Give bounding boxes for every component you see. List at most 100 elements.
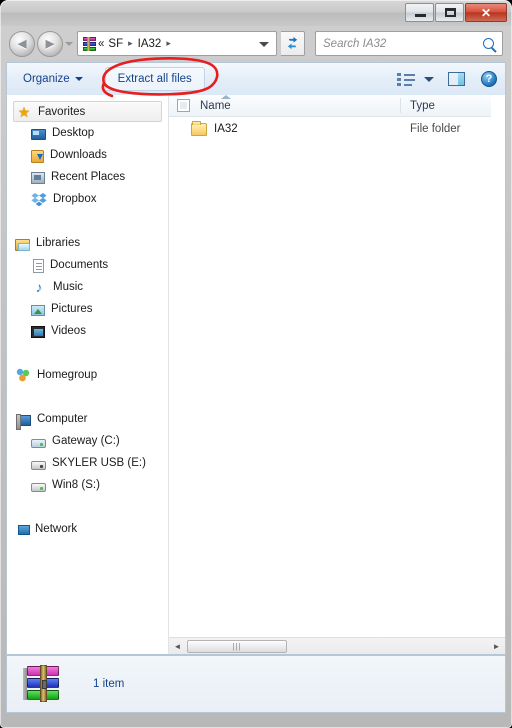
view-dropdown-icon[interactable] <box>424 76 434 82</box>
sidebar-item-favorites[interactable]: ★ Favorites <box>13 101 162 122</box>
nav-group-network: Network <box>7 518 168 540</box>
maximize-icon <box>445 8 456 17</box>
file-type: File folder <box>410 123 461 135</box>
scroll-right-button[interactable]: ► <box>488 638 505 655</box>
breadcrumb-separator-icon[interactable]: ▸ <box>125 38 136 49</box>
sidebar-item-label: Libraries <box>36 237 81 249</box>
breadcrumb-separator-icon-2[interactable]: ▸ <box>163 38 174 49</box>
sidebar-item-label: Documents <box>50 259 109 271</box>
sidebar-item-desktop[interactable]: Desktop <box>7 122 168 144</box>
sidebar-item-skyler-usb-e[interactable]: SKYLER USB (E:) <box>7 452 168 474</box>
scroll-left-button[interactable]: ◄ <box>169 638 186 655</box>
refresh-icon <box>287 36 298 50</box>
sidebar-item-homegroup[interactable]: Homegroup <box>7 364 168 386</box>
pictures-icon <box>31 305 45 316</box>
column-header-name[interactable]: Name <box>200 100 231 112</box>
nav-group-computer: Computer Gateway (C:) SKYLER USB (E:) Wi… <box>7 408 168 496</box>
sidebar-item-computer[interactable]: Computer <box>7 408 168 430</box>
desktop-icon <box>31 129 46 140</box>
navigation-pane[interactable]: ★ Favorites Desktop Downloads Recent Pla… <box>7 95 169 654</box>
sidebar-item-dropbox[interactable]: Dropbox <box>7 188 168 210</box>
sidebar-item-label: Win8 (S:) <box>52 479 100 491</box>
sidebar-item-label: Favorites <box>38 105 86 118</box>
sidebar-item-label: Gateway (C:) <box>52 435 120 447</box>
view-options-icon[interactable] <box>397 72 415 86</box>
recent-places-icon <box>31 172 45 184</box>
sidebar-item-label: Network <box>35 523 78 535</box>
usb-drive-icon <box>31 460 46 470</box>
forward-arrow-icon: ► <box>42 35 58 53</box>
search-icon <box>483 38 494 49</box>
sidebar-item-gateway-c[interactable]: Gateway (C:) <box>7 430 168 452</box>
scrollbar-thumb[interactable]: ||| <box>187 639 287 653</box>
address-bar-row: ◄ ► « SF ▸ IA32 ▸ Search IA32 <box>0 26 512 62</box>
organize-button[interactable]: Organize <box>15 69 91 89</box>
search-input[interactable]: Search IA32 <box>323 38 483 50</box>
help-icon[interactable]: ? <box>481 71 497 87</box>
file-name: IA32 <box>214 123 238 135</box>
sidebar-item-pictures[interactable]: Pictures <box>7 298 168 320</box>
file-list-pane[interactable]: Name Type IA32 File folder ◄ ||| ► <box>169 95 505 654</box>
maximize-button[interactable] <box>435 3 464 22</box>
breadcrumb-item-sf[interactable]: SF <box>106 38 125 50</box>
sidebar-item-label: SKYLER USB (E:) <box>52 457 146 469</box>
breadcrumb-item-ia32[interactable]: IA32 <box>136 38 164 50</box>
sidebar-item-libraries[interactable]: Libraries <box>7 232 168 254</box>
address-dropdown-icon[interactable] <box>259 42 269 47</box>
explorer-window: ✕ ◄ ► « SF ▸ IA32 ▸ Search IA32 Organize… <box>0 0 512 728</box>
sidebar-item-label: Recent Places <box>51 171 126 183</box>
sidebar-item-win8-s[interactable]: Win8 (S:) <box>7 474 168 496</box>
close-icon: ✕ <box>480 5 492 20</box>
sidebar-item-recent-places[interactable]: Recent Places <box>7 166 168 188</box>
videos-icon <box>31 326 45 338</box>
toolbar-right-group: ? <box>397 71 505 87</box>
back-arrow-icon: ◄ <box>14 35 30 53</box>
command-toolbar: Organize Extract all files ? <box>6 62 506 95</box>
minimize-button[interactable] <box>405 3 434 22</box>
select-all-checkbox[interactable] <box>177 99 190 112</box>
recent-pages-dropdown[interactable] <box>65 42 73 46</box>
sidebar-item-label: Homegroup <box>37 369 98 381</box>
dropbox-icon <box>31 191 47 207</box>
window-controls: ✕ <box>405 3 507 22</box>
documents-icon <box>33 258 44 273</box>
star-icon: ★ <box>17 103 31 120</box>
vertical-scroll-track[interactable] <box>491 95 505 637</box>
back-button[interactable]: ◄ <box>9 31 35 57</box>
extract-all-files-button[interactable]: Extract all files <box>104 67 205 91</box>
downloads-icon <box>31 149 44 163</box>
column-header-type[interactable]: Type <box>410 100 435 112</box>
close-button[interactable]: ✕ <box>465 3 507 22</box>
sidebar-item-label: Videos <box>51 325 86 337</box>
folder-icon <box>191 120 207 136</box>
help-glyph: ? <box>485 73 493 85</box>
winrar-archive-icon-status <box>23 665 63 702</box>
hard-drive-icon <box>31 438 46 448</box>
breadcrumb-overflow[interactable]: « <box>96 38 106 50</box>
table-row[interactable]: IA32 File folder <box>169 117 505 141</box>
homegroup-icon <box>15 367 31 383</box>
sidebar-item-network[interactable]: Network <box>7 518 168 540</box>
address-bar[interactable]: « SF ▸ IA32 ▸ <box>77 31 277 56</box>
extract-all-files-label: Extract all files <box>117 73 192 85</box>
sidebar-item-label: Desktop <box>52 127 95 139</box>
minimize-icon <box>415 14 426 17</box>
refresh-button[interactable] <box>281 31 305 56</box>
winrar-archive-icon <box>81 36 96 51</box>
search-box[interactable]: Search IA32 <box>315 31 503 56</box>
forward-button[interactable]: ► <box>37 31 63 57</box>
sidebar-item-videos[interactable]: Videos <box>7 320 168 342</box>
preview-pane-icon[interactable] <box>448 72 465 86</box>
libraries-icon <box>15 238 30 251</box>
status-bar: 1 item <box>6 655 506 713</box>
sidebar-item-label: Pictures <box>51 303 93 315</box>
sidebar-item-label: Music <box>53 281 84 293</box>
column-divider[interactable] <box>400 98 401 113</box>
sidebar-item-label: Downloads <box>50 149 107 161</box>
sidebar-item-documents[interactable]: Documents <box>7 254 168 276</box>
sidebar-item-music[interactable]: ♪ Music <box>7 276 168 298</box>
sidebar-item-downloads[interactable]: Downloads <box>7 144 168 166</box>
horizontal-scrollbar[interactable]: ◄ ||| ► <box>169 637 505 654</box>
sort-ascending-icon <box>221 95 231 99</box>
scrollbar-grip: ||| <box>232 641 242 651</box>
